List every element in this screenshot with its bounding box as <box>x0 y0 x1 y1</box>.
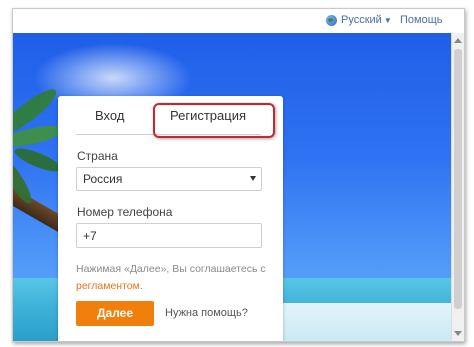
registration-card: Вход Регистрация Страна Россия Номер тел… <box>58 96 283 341</box>
caret-down-icon: ▼ <box>383 15 392 25</box>
auth-tabs: Вход Регистрация <box>58 96 283 142</box>
phone-input[interactable]: +7 <box>76 223 262 248</box>
need-help-link[interactable]: Нужна помощь? <box>165 307 248 319</box>
scrollbar[interactable] <box>451 33 464 341</box>
chevron-down-icon <box>250 176 256 181</box>
highlight-frame <box>153 103 275 138</box>
language-label: Русский <box>341 14 382 26</box>
scroll-down-icon[interactable] <box>454 331 462 336</box>
language-selector[interactable]: Русский ▼ <box>326 14 392 26</box>
scroll-up-icon[interactable] <box>454 38 462 43</box>
country-value: Россия <box>83 172 123 186</box>
terms-end: . <box>139 280 143 292</box>
phone-label: Номер телефона <box>77 205 173 219</box>
browser-window: Русский ▼ Помощь Вход Регистрация Страна… <box>12 8 465 342</box>
terms-link[interactable]: регламентом <box>76 280 140 292</box>
country-select[interactable]: Россия <box>76 167 262 191</box>
help-link-top[interactable]: Помощь <box>400 14 443 26</box>
terms-prefix: Нажимая «Далее», Вы соглашаетесь с <box>76 263 266 275</box>
terms-text: Нажимая «Далее», Вы соглашаетесь с регла… <box>76 261 271 295</box>
top-bar: Русский ▼ Помощь <box>13 9 464 33</box>
background-image: Вход Регистрация Страна Россия Номер тел… <box>13 33 451 341</box>
scrollbar-thumb[interactable] <box>454 49 462 309</box>
globe-icon <box>326 14 337 26</box>
tab-login[interactable]: Вход <box>95 108 124 123</box>
next-button[interactable]: Далее <box>76 301 154 326</box>
palm-frond <box>13 143 64 177</box>
country-label: Страна <box>77 149 118 163</box>
